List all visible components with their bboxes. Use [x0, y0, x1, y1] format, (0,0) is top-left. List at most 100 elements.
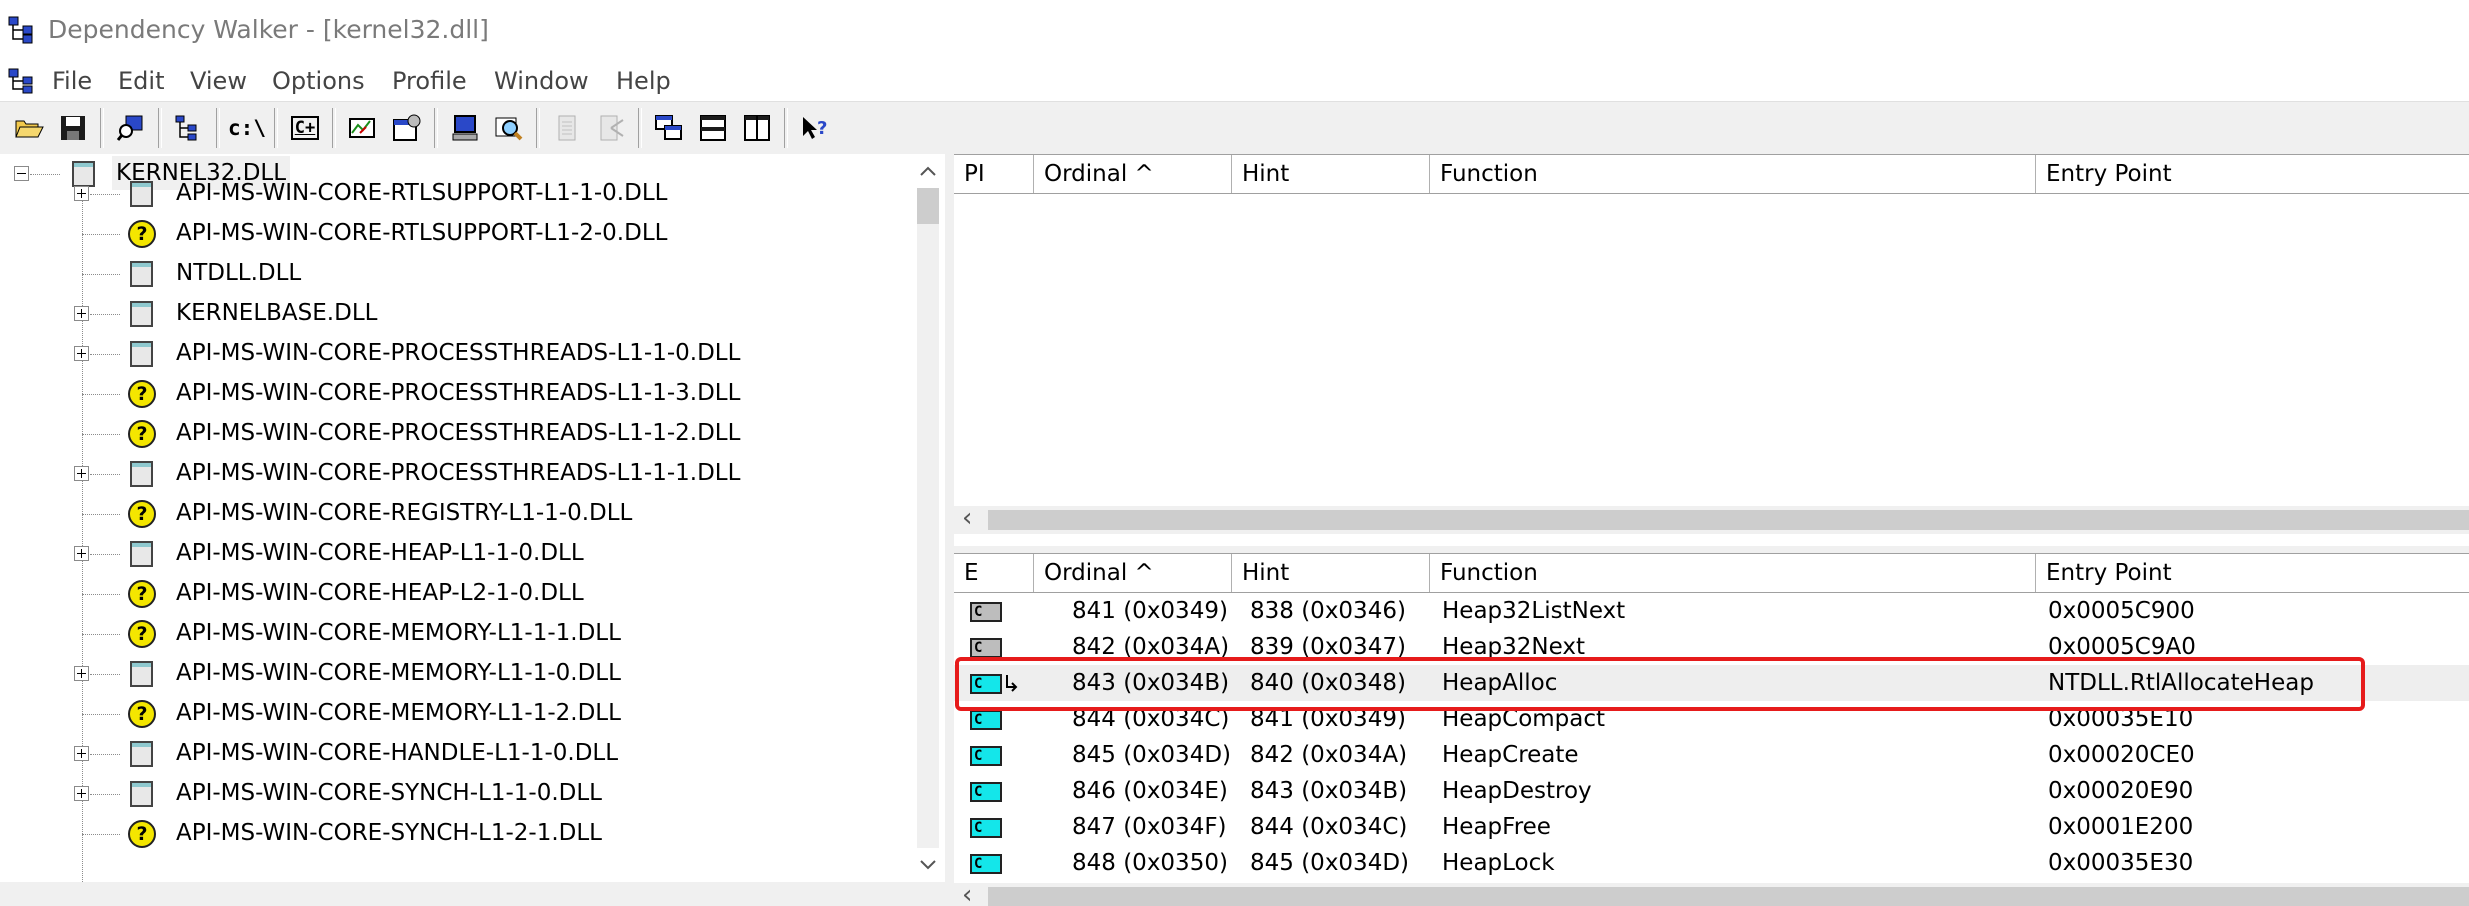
imports-horizontal-scrollbar[interactable]: ‹ [954, 503, 2469, 534]
tree-item-label: API-MS-WIN-CORE-REGISTRY-L1-1-0.DLL [176, 500, 633, 526]
exports-list[interactable]: E Ordinal ^ Hint Function Entry Point C 8… [954, 553, 2469, 906]
tree-item[interactable]: API-MS-WIN-CORE-MEMORY-L1-1-0.DLL [0, 654, 920, 694]
search-icon[interactable] [490, 109, 528, 147]
tree-item[interactable]: ? API-MS-WIN-CORE-RTLSUPPORT-L1-2-0.DLL [0, 214, 920, 254]
menu-options[interactable]: Options [272, 64, 365, 98]
expand-toggle[interactable] [74, 746, 89, 761]
export-ordinal: 845 (0x034D) [1072, 742, 1232, 768]
help-icon[interactable]: ? [796, 109, 834, 147]
missing-module-icon: ? [128, 700, 156, 728]
export-ordinal: 841 (0x0349) [1072, 598, 1228, 624]
exports-horizontal-scrollbar[interactable]: ‹ [954, 880, 2469, 906]
properties-icon[interactable] [388, 109, 426, 147]
export-hint: 844 (0x034C) [1250, 814, 1408, 840]
export-row[interactable]: C 848 (0x0350) 845 (0x034D) HeapLock 0x00035… [954, 845, 2469, 881]
scroll-down-icon[interactable] [920, 860, 936, 870]
save-icon[interactable] [54, 109, 92, 147]
export-row[interactable]: C 841 (0x0349) 838 (0x0346) Heap32ListNext 0… [954, 593, 2469, 629]
tree-item-label: NTDLL.DLL [176, 260, 302, 286]
tree-item[interactable]: ? API-MS-WIN-CORE-HEAP-L2-1-0.DLL [0, 574, 920, 614]
imports-col-hint[interactable]: Hint [1232, 155, 1430, 193]
tree-item[interactable]: API-MS-WIN-CORE-PROCESSTHREADS-L1-1-1.DL… [0, 454, 920, 494]
scroll-left-icon[interactable]: ‹ [962, 503, 972, 533]
tree-item[interactable]: API-MS-WIN-CORE-SYNCH-L1-1-0.DLL [0, 774, 920, 814]
expand-toggle[interactable] [74, 346, 89, 361]
cascade-icon[interactable] [650, 109, 688, 147]
tree-item[interactable]: KERNELBASE.DLL [0, 294, 920, 334]
missing-module-icon: ? [128, 580, 156, 608]
export-row[interactable]: C 845 (0x034D) 842 (0x034A) HeapCreate 0x000… [954, 737, 2469, 773]
export-icon[interactable] [592, 109, 630, 147]
expand-toggle[interactable] [74, 546, 89, 561]
imports-col-ordinal[interactable]: Ordinal ^ [1034, 155, 1232, 193]
expand-toggle[interactable] [74, 306, 89, 321]
export-row[interactable]: C 847 (0x034F) 844 (0x034C) HeapFree 0x0001E… [954, 809, 2469, 845]
tree-item[interactable]: API-MS-WIN-CORE-HANDLE-L1-1-0.DLL [0, 734, 920, 774]
exports-col-function[interactable]: Function [1430, 554, 2036, 592]
cpp-icon[interactable]: C+ [286, 109, 324, 147]
exports-col-e[interactable]: E [954, 554, 1034, 592]
document-window-icon[interactable] [8, 68, 38, 94]
toolbar: c:\ C+ ? [0, 101, 2469, 155]
tree-item[interactable]: ? API-MS-WIN-CORE-SYNCH-L1-2-1.DLL [0, 814, 920, 854]
menu-help[interactable]: Help [616, 64, 671, 98]
imports-col-function[interactable]: Function [1430, 155, 2036, 193]
window-title: Dependency Walker - [kernel32.dll] [48, 15, 489, 44]
export-function-name: HeapDestroy [1442, 778, 1592, 804]
find-icon[interactable] [112, 109, 150, 147]
scroll-left-icon[interactable]: ‹ [962, 880, 972, 906]
menu-file[interactable]: File [52, 64, 92, 98]
module-icon [130, 741, 153, 767]
tree-horizontal-scrollbar[interactable] [0, 882, 945, 906]
export-hint: 842 (0x034A) [1250, 742, 1408, 768]
title-bar: Dependency Walker - [kernel32.dll] [0, 0, 2469, 62]
menu-profile[interactable]: Profile [392, 64, 467, 98]
tree-item[interactable]: ? API-MS-WIN-CORE-PROCESSTHREADS-L1-1-3.D… [0, 374, 920, 414]
horizontal-splitter[interactable] [954, 546, 2469, 553]
module-icon [130, 301, 153, 327]
open-icon[interactable] [10, 109, 48, 147]
tree-item[interactable]: ? API-MS-WIN-CORE-PROCESSTHREADS-L1-1-2.D… [0, 414, 920, 454]
module-dependency-tree[interactable]: KERNEL32.DLL API-MS-WIN-CORE-RTLSUPPORT-… [0, 154, 945, 906]
expand-toggle[interactable] [74, 466, 89, 481]
tree-item[interactable]: API-MS-WIN-CORE-PROCESSTHREADS-L1-1-0.DL… [0, 334, 920, 374]
scroll-up-icon[interactable] [920, 166, 936, 176]
menu-edit[interactable]: Edit [118, 64, 164, 98]
expand-toggle[interactable] [74, 186, 89, 201]
tree-vertical-scrollbar[interactable] [911, 154, 945, 882]
undecorate-icon[interactable]: c:\ [228, 109, 266, 147]
export-hint: 845 (0x034D) [1250, 850, 1410, 876]
imports-list[interactable]: PI Ordinal ^ Hint Function Entry Point ‹ [954, 154, 2469, 546]
tree-item-label: API-MS-WIN-CORE-SYNCH-L1-1-0.DLL [176, 780, 602, 806]
exports-col-hint[interactable]: Hint [1232, 554, 1430, 592]
tree-item[interactable]: ? API-MS-WIN-CORE-MEMORY-L1-1-2.DLL [0, 694, 920, 734]
import-icon[interactable] [548, 109, 586, 147]
vertical-splitter[interactable] [945, 154, 954, 906]
exports-col-ordinal[interactable]: Ordinal ^ [1034, 554, 1232, 592]
exports-col-entry-point[interactable]: Entry Point [2036, 554, 2469, 592]
profile-icon[interactable] [344, 109, 382, 147]
tree-item[interactable]: API-MS-WIN-CORE-RTLSUPPORT-L1-1-0.DLL [0, 174, 920, 214]
tile-vertical-icon[interactable] [738, 109, 776, 147]
tile-horizontal-icon[interactable] [694, 109, 732, 147]
menu-window[interactable]: Window [494, 64, 589, 98]
module-icon [130, 541, 153, 567]
tree-item[interactable]: API-MS-WIN-CORE-HEAP-L1-1-0.DLL [0, 534, 920, 574]
full-paths-icon[interactable] [170, 109, 208, 147]
module-icon [130, 781, 153, 807]
expand-toggle[interactable] [74, 666, 89, 681]
system-info-icon[interactable] [446, 109, 484, 147]
expand-toggle[interactable] [74, 786, 89, 801]
export-function-name: Heap32ListNext [1442, 598, 1626, 624]
tree-item[interactable]: ? API-MS-WIN-CORE-REGISTRY-L1-1-0.DLL [0, 494, 920, 534]
export-row[interactable]: C 846 (0x034E) 843 (0x034B) HeapDestroy 0x00… [954, 773, 2469, 809]
tree-item-label: API-MS-WIN-CORE-MEMORY-L1-1-0.DLL [176, 660, 621, 686]
imports-col-pi[interactable]: PI [954, 155, 1034, 193]
imports-col-entry-point[interactable]: Entry Point [2036, 155, 2469, 193]
missing-module-icon: ? [128, 220, 156, 248]
tree-item-label: API-MS-WIN-CORE-HANDLE-L1-1-0.DLL [176, 740, 619, 766]
tree-item[interactable]: ? API-MS-WIN-CORE-MEMORY-L1-1-1.DLL [0, 614, 920, 654]
tree-scroll-thumb[interactable] [917, 188, 939, 224]
tree-item[interactable]: NTDLL.DLL [0, 254, 920, 294]
menu-view[interactable]: View [190, 64, 247, 98]
